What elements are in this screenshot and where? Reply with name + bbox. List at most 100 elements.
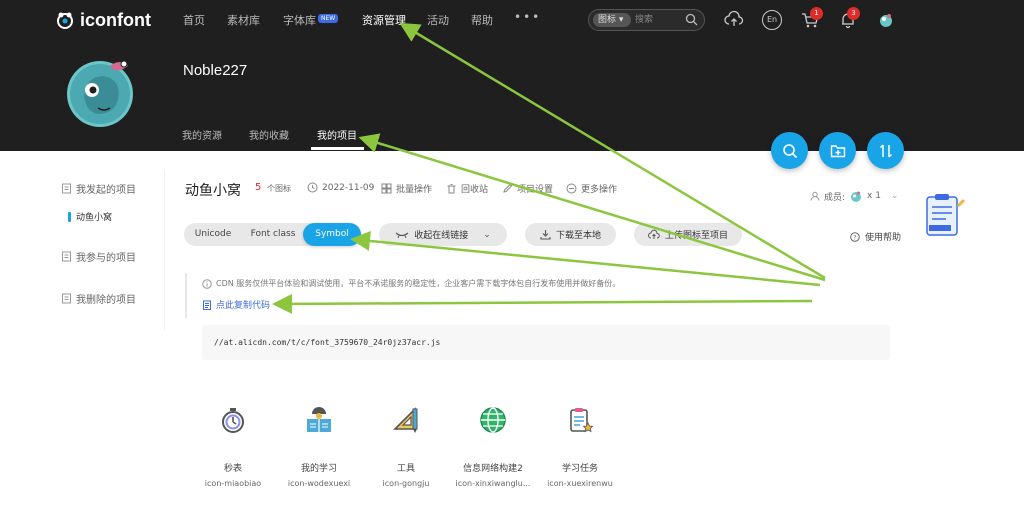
icon-code: icon-xinxiwanglu... [455, 479, 531, 488]
icon-code: icon-wodexuexi [287, 479, 351, 488]
tab-underline [311, 147, 364, 150]
brand-name: iconfont [80, 9, 151, 30]
profile-header: iconfont 首页 素材库 字体库 NEW 资源管理 活动 帮助 ••• 图… [0, 0, 1024, 151]
edit-icon [503, 183, 513, 193]
recycle-bin-button[interactable]: 回收站 [446, 182, 488, 195]
bell-count-badge: 3 [847, 7, 860, 20]
eye-closed-icon [395, 232, 409, 238]
upload-cloud-icon[interactable] [724, 10, 744, 30]
info-icon [202, 278, 212, 289]
project-settings-button[interactable]: 项目设置 [502, 182, 553, 195]
help-link[interactable]: ? 使用帮助 [850, 230, 901, 243]
user-avatar-small[interactable] [876, 10, 896, 30]
my-study-icon [307, 407, 331, 432]
sidebar-item-deleted[interactable]: 我删除的项目 [61, 291, 136, 306]
fab-new-folder-button[interactable] [819, 132, 856, 169]
tab-my-favorites[interactable]: 我的收藏 [249, 127, 289, 142]
icon-name: 信息网络构建2 [463, 464, 523, 474]
icon-count: 5 [255, 182, 262, 193]
code-type-tabs: Unicode Font class Symbol [184, 223, 361, 246]
search-icon [782, 143, 797, 158]
sort-icon [879, 143, 892, 158]
user-icon [810, 191, 820, 201]
nav-more[interactable]: ••• [514, 10, 541, 24]
download-local-button[interactable]: 下载至本地 [525, 223, 616, 246]
member-avatar [851, 191, 862, 202]
sidebar-divider [164, 170, 165, 330]
collapse-link-button[interactable]: 收起在线链接 ⌄ [379, 223, 507, 246]
project-title: 动鱼小窝 [185, 183, 241, 199]
sidebar-project-item[interactable]: 动鱼小窝 [68, 210, 112, 223]
language-switch[interactable]: En [762, 10, 782, 30]
tab-symbol[interactable]: Symbol [303, 223, 361, 246]
study-task-icon [570, 408, 594, 433]
fab-search-button[interactable] [771, 132, 808, 169]
tools-icon [393, 407, 418, 433]
more-icon [566, 183, 577, 194]
cdn-code[interactable]: //at.alicdn.com/t/c/font_3759670_24r0jz3… [214, 338, 440, 347]
arrow-to-copy-link [272, 293, 813, 314]
icon-item[interactable]: 工具 icon-gongju [366, 405, 446, 488]
tab-unicode[interactable]: Unicode [184, 223, 242, 246]
nav-fonts[interactable]: 字体库 [283, 12, 316, 28]
document-icon [62, 251, 71, 262]
icon-item[interactable]: 信息网络构建2 icon-xinxiwanglu... [453, 405, 533, 488]
copy-code-link[interactable]: 点此复制代码 [202, 298, 270, 311]
nav-home[interactable]: 首页 [183, 12, 205, 28]
cdn-notice: CDN 服务仅供平台体验和调试使用，平台不承诺服务的稳定性，企业客户需下载字体包… [202, 278, 620, 289]
search-input[interactable] [635, 13, 683, 27]
icon-count-unit: 个图标 [267, 184, 291, 193]
search-icon[interactable] [685, 13, 698, 26]
help-icon: ? [850, 231, 860, 242]
tab-font-class[interactable]: Font class [244, 223, 302, 246]
nav-help[interactable]: 帮助 [471, 12, 493, 28]
nav-resources[interactable]: 资源管理 [362, 12, 406, 28]
tab-my-resources[interactable]: 我的资源 [182, 127, 222, 142]
clock-icon [307, 182, 318, 193]
members-count: x 1 [867, 191, 881, 201]
arrow-to-my-projects [358, 133, 826, 282]
avatar [67, 60, 133, 127]
chevron-down-icon: ⌄ [483, 229, 491, 240]
stopwatch-icon [222, 408, 244, 433]
icon-item[interactable]: 学习任务 icon-xuexirenwu [540, 405, 620, 488]
icon-code: icon-gongju [382, 479, 430, 488]
top-navbar: iconfont 首页 素材库 字体库 NEW 资源管理 活动 帮助 ••• 图… [0, 0, 1024, 40]
sidebar-item-label: 我发起的项目 [76, 185, 136, 196]
logo[interactable]: iconfont [54, 9, 151, 31]
tab-my-projects[interactable]: 我的项目 [317, 127, 357, 142]
sidebar-item-started[interactable]: 我发起的项目 [61, 181, 136, 196]
search-box: 图标 ▾ [588, 9, 705, 31]
code-box[interactable]: //at.alicdn.com/t/c/font_3759670_24r0jz3… [202, 325, 890, 360]
search-type-select[interactable]: 图标 ▾ [593, 13, 631, 27]
download-icon [540, 230, 551, 240]
nav-events[interactable]: 活动 [427, 12, 449, 28]
active-indicator [68, 211, 71, 222]
sidebar-project-label: 动鱼小窝 [76, 213, 113, 223]
icon-item[interactable]: 我的学习 icon-wodexuexi [279, 405, 359, 488]
icon-name: 学习任务 [561, 464, 598, 474]
icon-code: icon-xuexirenwu [547, 479, 613, 488]
icon-item[interactable]: 秒表 icon-miaobiao [193, 405, 273, 488]
notice-divider [185, 273, 187, 318]
fab-sort-button[interactable] [867, 132, 904, 169]
network-globe-icon [480, 407, 506, 433]
sidebar-item-label: 我参与的项目 [76, 253, 136, 264]
upload-to-project-button[interactable]: 上传图标至项目 [634, 223, 742, 246]
members-info[interactable]: 成员: x 1 ⌄ [810, 189, 899, 203]
document-icon [62, 293, 71, 304]
sidebar-item-joined[interactable]: 我参与的项目 [61, 249, 136, 264]
chevron-down-icon[interactable]: ⌄ [891, 191, 899, 201]
nav-materials[interactable]: 素材库 [227, 12, 260, 28]
upload-cloud-icon [648, 229, 660, 239]
batch-operation-button[interactable]: 批量操作 [381, 182, 432, 195]
icon-name: 我的学习 [300, 464, 337, 474]
trash-icon [447, 184, 456, 194]
icon-name: 秒表 [223, 464, 242, 474]
project-date: 2022-11-09 [307, 182, 374, 193]
copy-icon [203, 300, 211, 310]
sidebar-item-label: 我删除的项目 [76, 295, 136, 306]
clipboard-illustration-icon [926, 194, 965, 236]
more-actions-button[interactable]: 更多操作 [566, 182, 617, 195]
icon-code: icon-miaobiao [204, 479, 262, 488]
